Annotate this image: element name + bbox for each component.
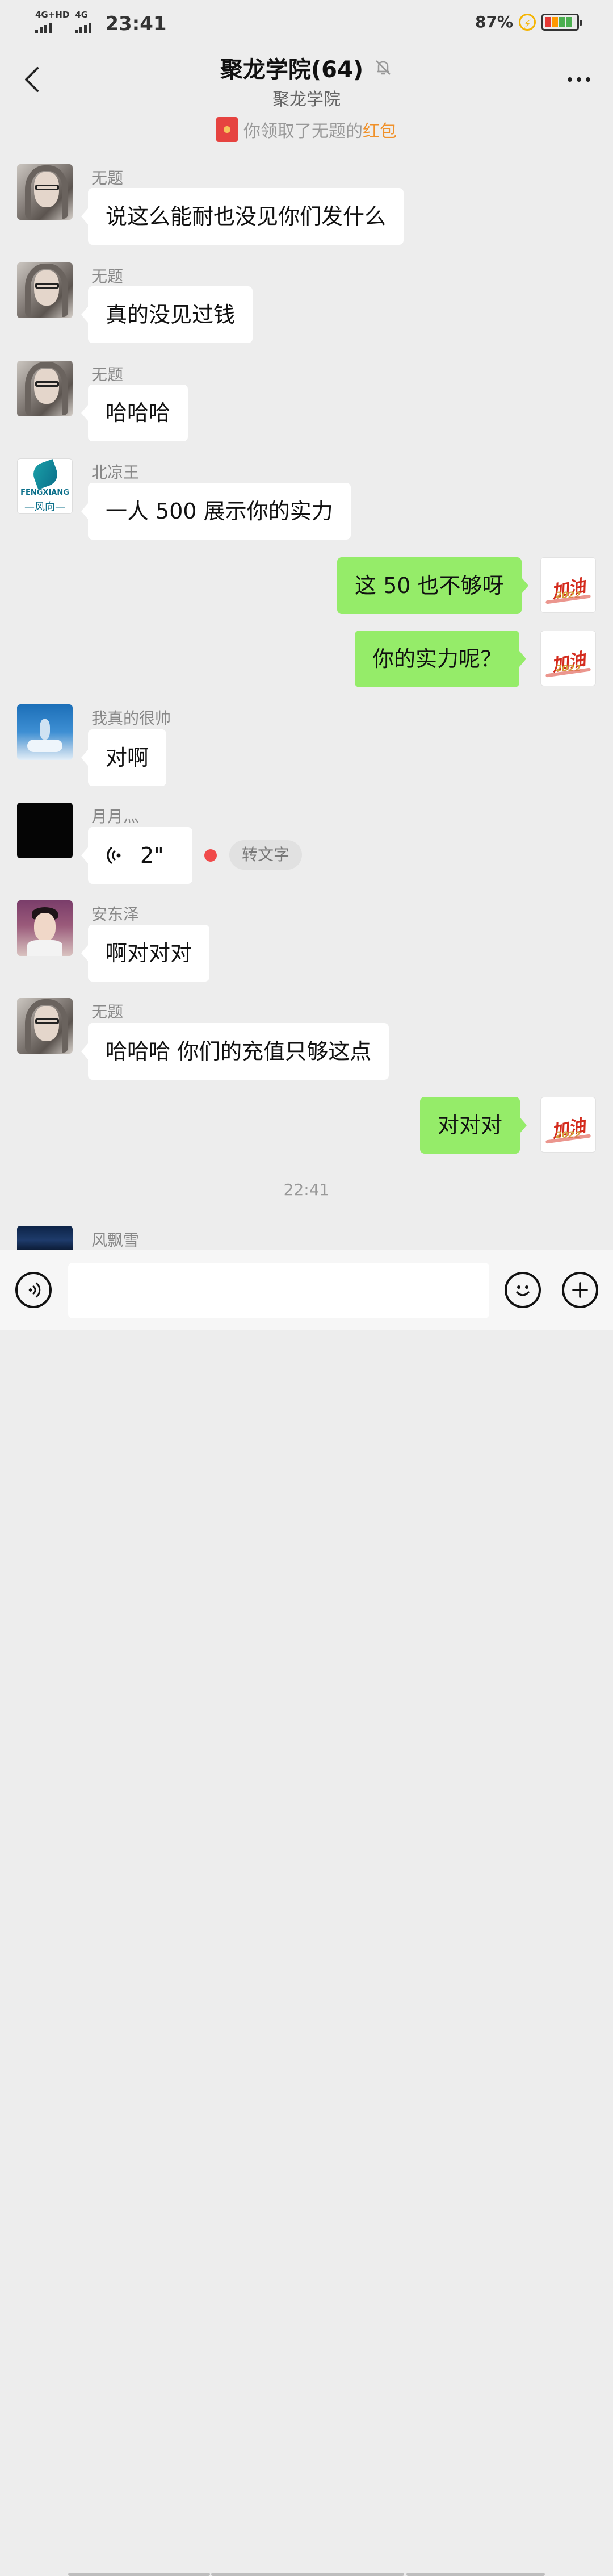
message-bubble[interactable]: 哈哈哈 你们的充值只够这点 [81, 1023, 389, 1080]
voice-input-button[interactable] [15, 1272, 52, 1308]
avatar[interactable] [17, 998, 73, 1054]
avatar[interactable] [17, 704, 73, 760]
message-timestamp: 22:41 [283, 1180, 330, 1199]
avatar[interactable] [17, 361, 73, 416]
bell-off-icon [376, 60, 391, 75]
avatar[interactable] [17, 900, 73, 956]
signal-bars-1-icon [35, 20, 52, 33]
message-input[interactable] [68, 1263, 489, 1318]
nav-gesture-bar [68, 2573, 210, 2576]
emoji-button[interactable] [505, 1272, 541, 1308]
nav-gesture-bar [406, 2573, 545, 2576]
avatar-self[interactable]: 加油 2022 [540, 1097, 596, 1153]
status-time: 23:41 [105, 12, 167, 35]
message-bubble[interactable]: 啊对对对 [81, 925, 210, 982]
message-bubble-own[interactable]: 这 50 也不够呀 [337, 557, 528, 614]
message-bubble-own[interactable]: 对对对 [420, 1097, 527, 1154]
sender-name: 无题 [91, 365, 124, 384]
sender-name: 安东泽 [91, 905, 140, 924]
signal-sim1: 4G+HD [35, 10, 69, 33]
voice-message-bubble[interactable]: 2" [81, 827, 192, 884]
avatar-logo-text: FENGXIANG [20, 489, 69, 497]
message-bubble[interactable]: 哈哈哈 [81, 385, 188, 441]
voice-wave-icon [107, 847, 121, 864]
avatar[interactable] [17, 164, 73, 220]
avatar-self[interactable]: 加油 2022 [540, 631, 596, 686]
plus-icon [572, 1282, 588, 1298]
avatar[interactable] [17, 262, 73, 318]
message-bubble[interactable]: 一人 500 展示你的实力 [81, 483, 351, 540]
sender-name: 无题 [91, 169, 124, 187]
sender-name: 月月灬 [91, 807, 140, 826]
title-block: 聚龙学院(64) 聚龙学院 [0, 51, 613, 110]
convert-to-text-button[interactable]: 转文字 [229, 840, 303, 870]
page-title: 聚龙学院(64) [220, 57, 364, 83]
unread-dot [204, 849, 217, 862]
more-button[interactable] [562, 67, 596, 92]
battery-icon [541, 13, 582, 31]
page-subtitle: 聚龙学院 [272, 90, 341, 110]
red-packet-notice: 你领取了无题的红包 [0, 117, 613, 142]
avatar[interactable]: FENGXIANG —风向— [17, 458, 73, 514]
notice-text: 你领取了无题的 [243, 122, 363, 141]
network-label-1: 4G+HD [35, 10, 70, 20]
signal-bars-2-icon [75, 20, 92, 33]
message-bubble-own[interactable]: 你的实力呢？ [355, 631, 527, 687]
avatar-self[interactable]: 加油 2022 [540, 557, 596, 613]
network-label-2: 4G [75, 10, 89, 20]
battery-percent: 87% [475, 12, 513, 31]
avatar[interactable] [17, 1226, 73, 1250]
battery-group: 87% ⚡ [475, 12, 582, 31]
sender-name: 北凉王 [91, 463, 140, 482]
voice-duration: 2" [140, 843, 164, 868]
sender-name: 我真的很帅 [91, 709, 171, 728]
avatar[interactable] [17, 803, 73, 858]
chat-header: 聚龙学院(64) 聚龙学院 [0, 45, 613, 115]
avatar-logo-cn: —风向— [24, 501, 65, 513]
charging-icon: ⚡ [519, 13, 536, 31]
sender-name: 无题 [91, 267, 124, 286]
sender-name: 风飘雪 [91, 1231, 140, 1250]
input-bar [0, 1250, 613, 2576]
more-actions-button[interactable] [562, 1272, 598, 1308]
status-bar: 4G+HD 4G 23:41 87% ⚡ [0, 0, 613, 45]
voice-icon [28, 1282, 41, 1298]
emoji-icon [516, 1285, 530, 1296]
message-bubble[interactable]: 说这么能耐也没见你们发什么 [81, 188, 404, 245]
message-bubble[interactable]: 对啊 [81, 729, 167, 786]
sender-name: 无题 [91, 1003, 124, 1021]
message-bubble[interactable]: 真的没见过钱 [81, 286, 253, 343]
red-packet-icon [216, 117, 238, 142]
nav-gesture-bar [211, 2573, 404, 2576]
red-packet-link[interactable]: 红包 [363, 122, 397, 141]
signal-sim2: 4G [75, 10, 92, 33]
signal-group: 4G+HD 4G 23:41 [35, 10, 167, 35]
